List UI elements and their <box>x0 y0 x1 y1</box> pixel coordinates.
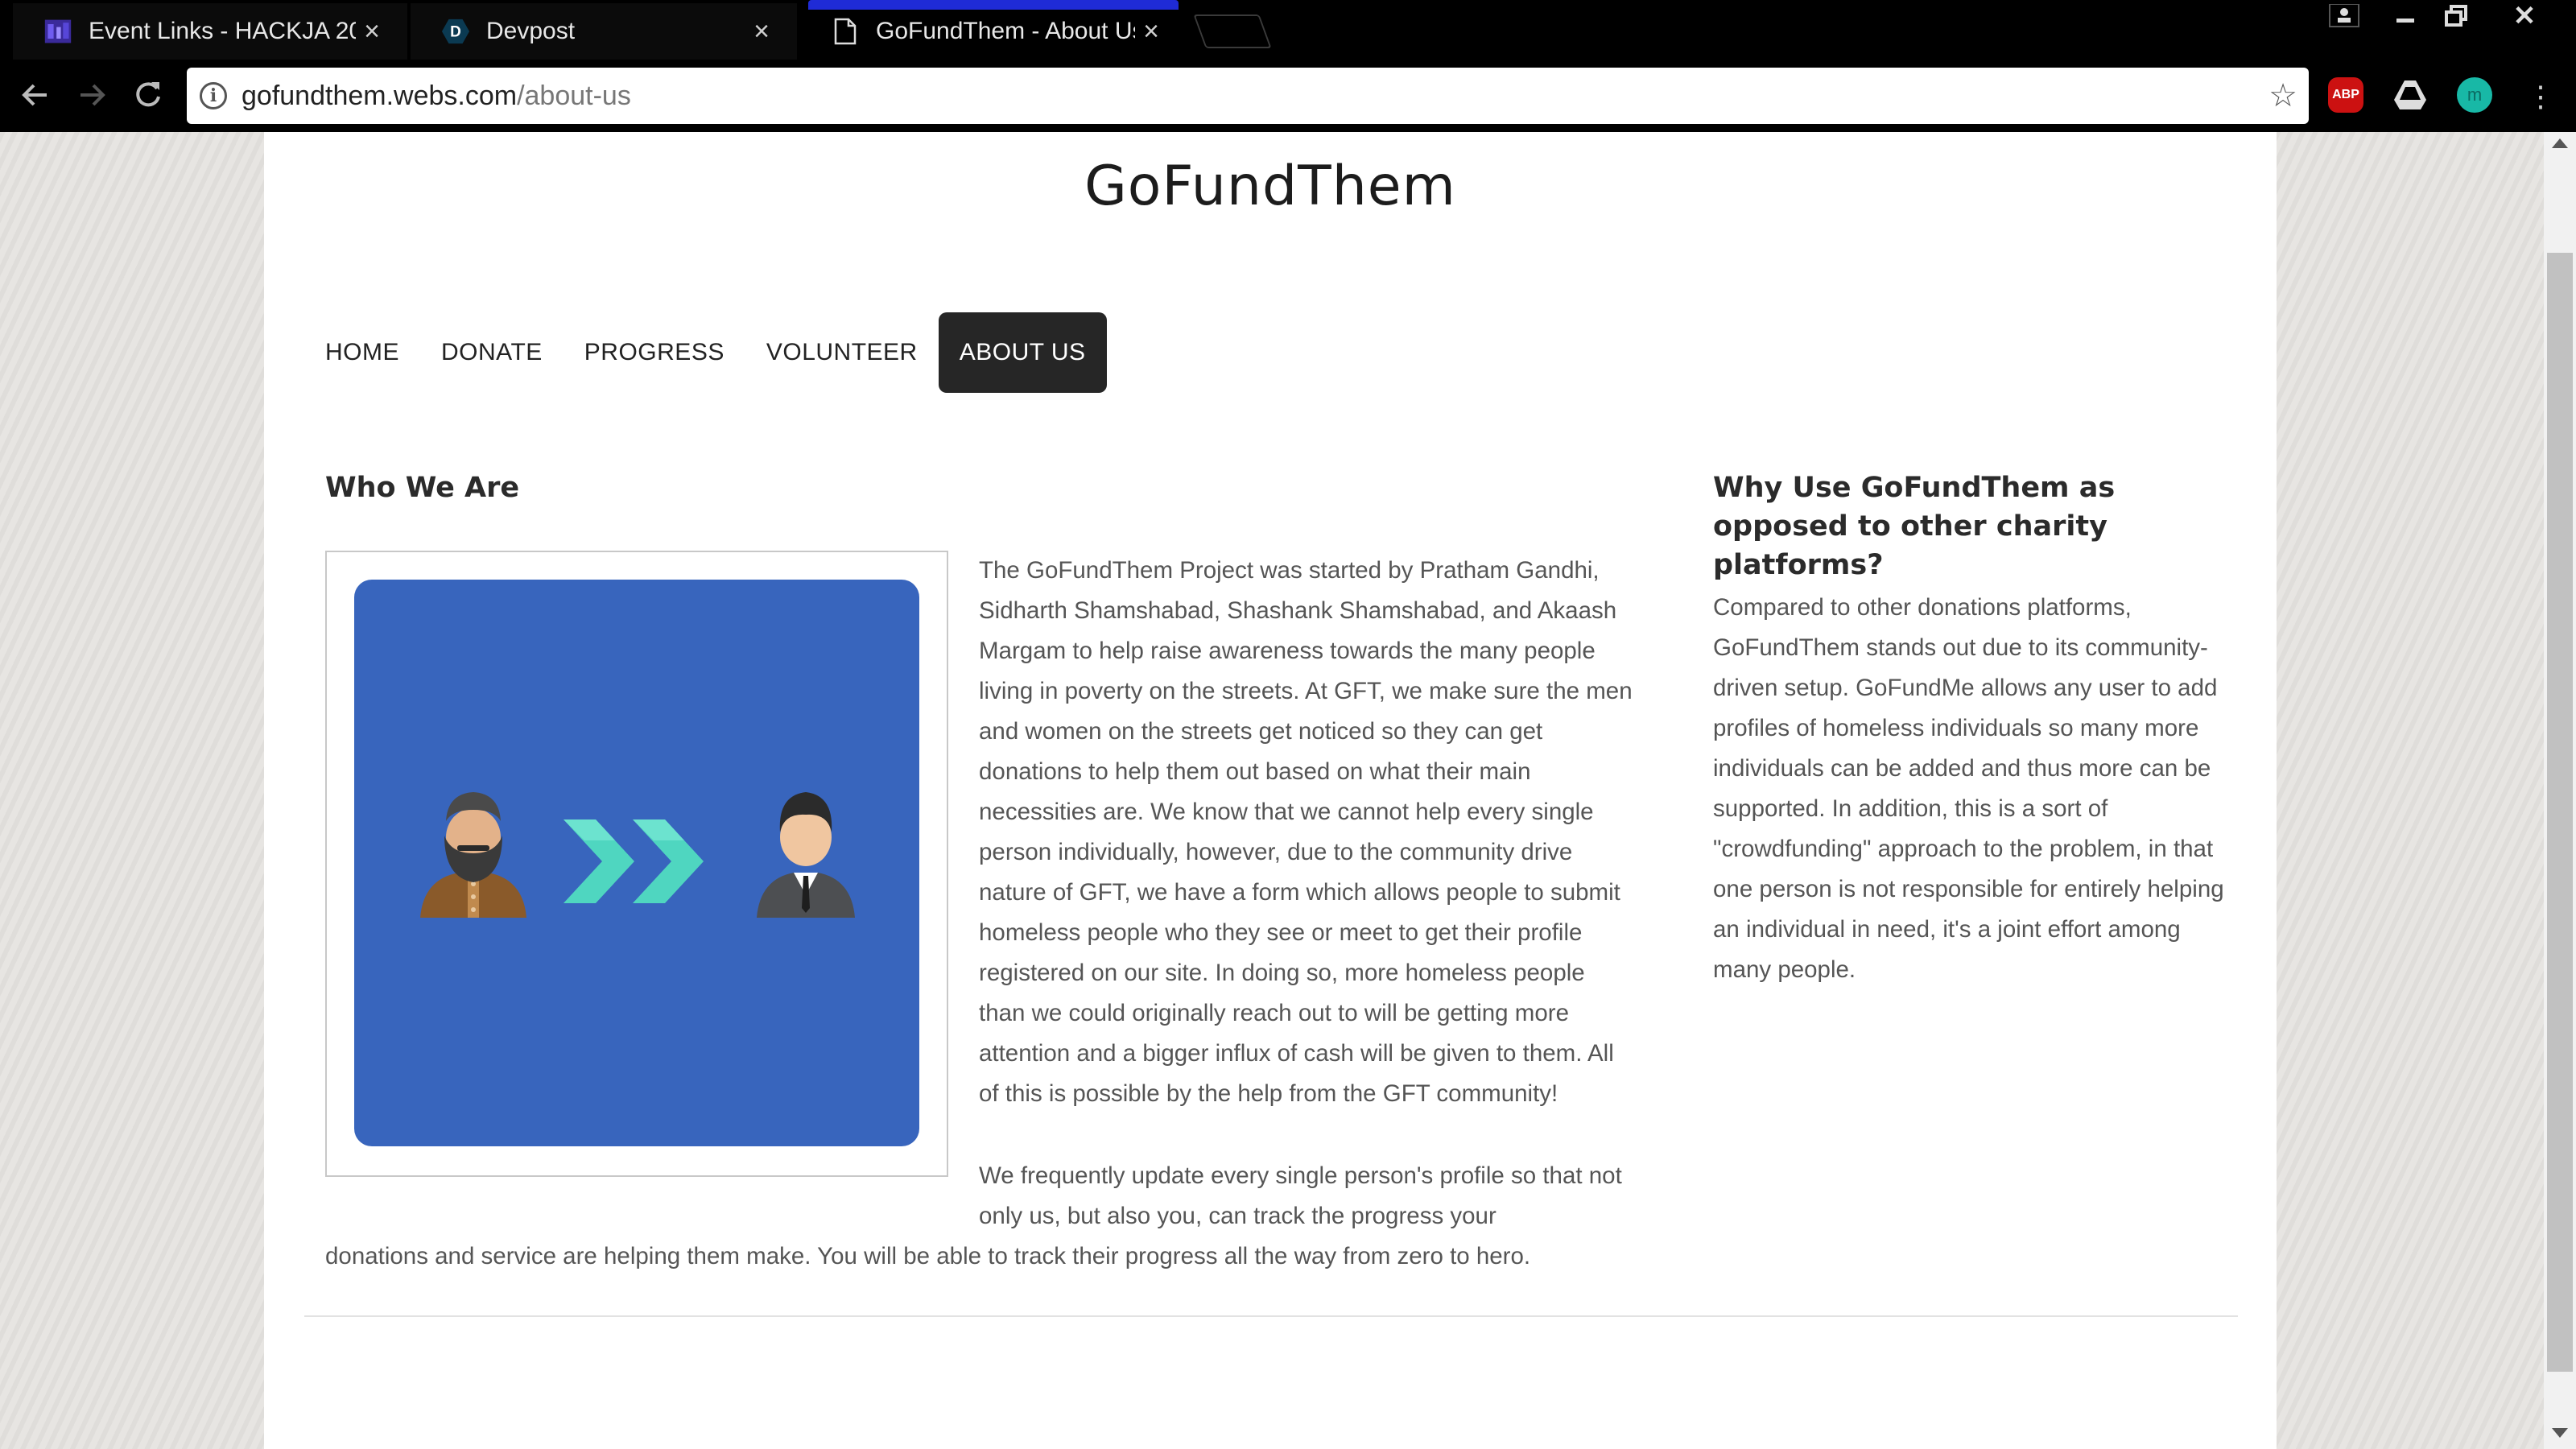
hackja-icon <box>43 17 72 46</box>
who-we-are-paragraph-2-continued: donations and service are helping them m… <box>325 1243 1531 1269</box>
tab-event-links[interactable]: Event Links - HACKJA 20 × <box>13 3 407 60</box>
tab-close-icon[interactable]: × <box>356 16 388 47</box>
tab-close-icon[interactable]: × <box>745 16 778 47</box>
address-bar[interactable]: i gofundthem.webs.com/about-us ☆ <box>187 68 2309 124</box>
tab-close-icon[interactable]: × <box>1135 16 1167 47</box>
svg-text:D: D <box>450 24 461 41</box>
nav-volunteer[interactable]: VOLUNTEER <box>745 312 939 393</box>
scroll-down-arrow-icon[interactable] <box>2552 1428 2568 1438</box>
forward-arrow-icon[interactable] <box>71 74 113 116</box>
restore-icon[interactable] <box>2433 0 2481 32</box>
adblock-plus-icon[interactable]: ABP <box>2328 77 2363 113</box>
content-divider <box>304 1315 2238 1317</box>
browser-toolbar: i gofundthem.webs.com/about-us ☆ ABP m ⋮ <box>0 60 2576 132</box>
main-nav: HOME DONATE PROGRESS VOLUNTEER ABOUT US <box>312 312 1107 393</box>
who-we-are-heading: Who We Are <box>325 472 520 504</box>
tab-gofundthem[interactable]: GoFundThem - About Us × <box>800 0 1187 60</box>
site-info-icon[interactable]: i <box>200 82 227 109</box>
back-arrow-icon[interactable] <box>14 74 56 116</box>
tab-title: Event Links - HACKJA 20 <box>89 18 356 44</box>
close-window-icon[interactable]: ✕ <box>2500 0 2549 32</box>
businessman-icon <box>757 792 855 918</box>
page-viewport: GoFundThem HOME DONATE PROGRESS VOLUNTEE… <box>0 132 2544 1449</box>
scrollbar-thumb[interactable] <box>2547 253 2573 1372</box>
bearded-man-icon <box>420 792 526 918</box>
scroll-up-arrow-icon[interactable] <box>2552 138 2568 148</box>
nav-home[interactable]: HOME <box>312 312 420 393</box>
tab-title: Devpost <box>486 18 576 44</box>
profile-button[interactable] <box>2320 0 2368 32</box>
why-use-paragraph: Compared to other donations platforms, G… <box>1713 594 2224 983</box>
menu-kebab-icon[interactable]: ⋮ <box>2520 76 2562 118</box>
tab-title: GoFundThem - About Us <box>876 18 1135 44</box>
page-scrollbar[interactable] <box>2544 132 2576 1449</box>
who-we-are-paragraph-2: We frequently update every single person… <box>979 1162 1622 1229</box>
drive-icon[interactable] <box>2392 77 2428 113</box>
nav-about-us[interactable]: ABOUT US <box>938 312 1107 393</box>
minimize-icon[interactable] <box>2381 0 2429 32</box>
nav-progress[interactable]: PROGRESS <box>564 312 745 393</box>
double-chevron-icon <box>564 819 704 903</box>
why-use-heading: Why Use GoFundThem as opposed to other c… <box>1713 472 2116 581</box>
about-image-frame <box>325 551 948 1177</box>
new-tab-button[interactable] <box>1193 14 1272 48</box>
url-path: /about-us <box>517 80 631 111</box>
homeless-to-helper-illustration <box>354 580 919 1146</box>
who-we-are-paragraph: The GoFundThem Project was started by Pr… <box>979 557 1633 1107</box>
tab-devpost[interactable]: D Devpost × <box>411 3 797 60</box>
site-title[interactable]: GoFundThem <box>264 155 2277 218</box>
browser-tabstrip: Event Links - HACKJA 20 × D Devpost × Go… <box>0 0 2576 60</box>
content-sheet: GoFundThem HOME DONATE PROGRESS VOLUNTEE… <box>264 132 2277 1449</box>
bookmark-star-icon[interactable]: ☆ <box>2268 77 2297 114</box>
page-icon <box>831 17 860 46</box>
profile-extension-icon[interactable]: m <box>2457 77 2492 113</box>
url-host: gofundthem.webs.com <box>242 80 518 111</box>
devpost-icon: D <box>441 17 470 46</box>
reload-icon[interactable] <box>127 74 169 116</box>
nav-donate[interactable]: DONATE <box>420 312 564 393</box>
